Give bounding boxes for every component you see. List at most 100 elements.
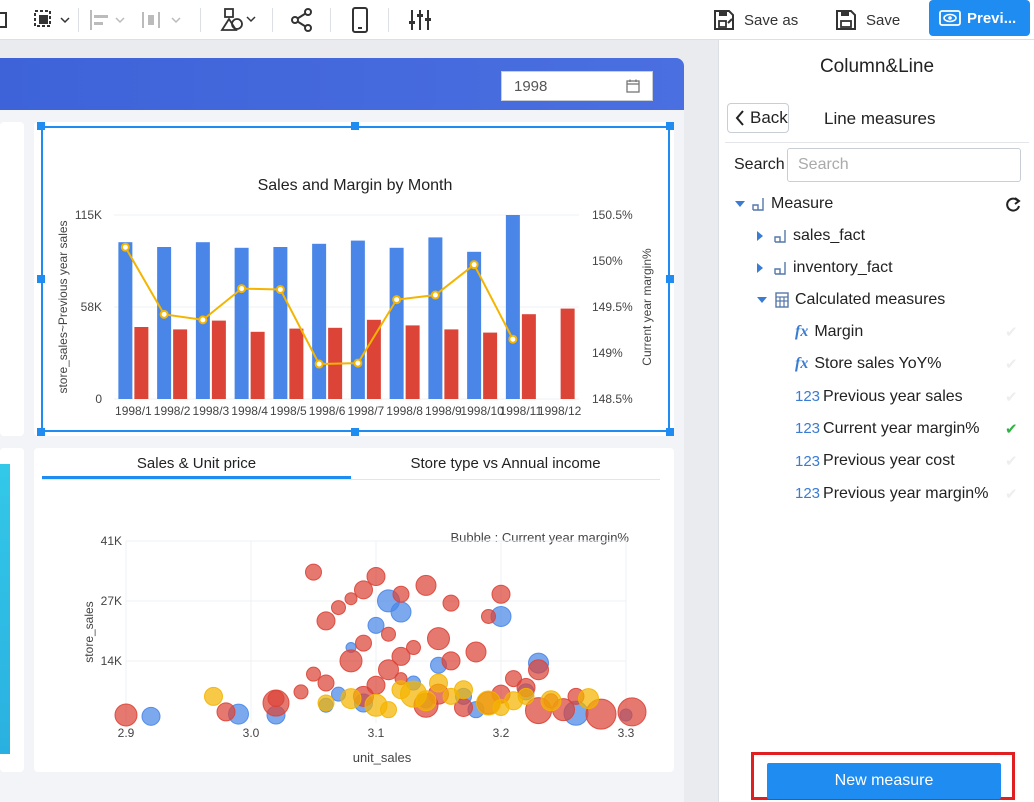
preview-label: Previ...: [967, 9, 1017, 27]
resize-handle[interactable]: [666, 275, 674, 283]
toolbar-divider: [272, 8, 273, 32]
measure-item[interactable]: 123 Current year margin% ✔: [795, 416, 1027, 442]
save-label: Save: [866, 11, 901, 29]
toolbar-divider: [200, 8, 201, 32]
bubble-point: [540, 690, 562, 712]
search-input[interactable]: [787, 148, 1021, 182]
bubble-point: [381, 626, 396, 642]
copy-frame-icon[interactable]: [32, 6, 72, 34]
check-icon[interactable]: ✔: [1005, 452, 1018, 470]
bubble-point: [492, 698, 510, 716]
frame-icon[interactable]: [0, 6, 8, 34]
search-label: Search: [734, 156, 785, 173]
number-icon: 123: [795, 420, 821, 438]
bubble-point: [305, 563, 322, 581]
x-tick-label: 3.3: [618, 726, 635, 740]
resize-handle[interactable]: [666, 122, 674, 130]
tree-node-inventory-fact[interactable]: inventory_fact: [757, 255, 893, 281]
cyan-widget-strip: [0, 464, 10, 754]
distribute-icon[interactable]: [140, 6, 184, 34]
x-tick-label: 3.1: [368, 726, 385, 740]
bubble-point: [415, 574, 437, 596]
tree-label: sales_fact: [793, 227, 866, 244]
bubble-point: [400, 680, 427, 708]
check-icon[interactable]: ✔: [1005, 388, 1018, 406]
toolbar-divider: [330, 8, 331, 32]
x-tick-label: 3.2: [493, 726, 510, 740]
measure-item[interactable]: fx Store sales YoY% ✔: [795, 351, 1027, 377]
bubble-point: [465, 641, 487, 663]
preview-button[interactable]: Previ...: [929, 0, 1030, 36]
tree-label: inventory_fact: [793, 259, 893, 276]
tree-node-calculated-measures[interactable]: Calculated measures: [757, 287, 945, 313]
back-label: Back: [750, 108, 788, 127]
y-axis-label: store_sales: [82, 601, 96, 662]
resize-handle[interactable]: [351, 428, 359, 436]
bubble-point: [316, 611, 336, 631]
measure-icon: [752, 198, 764, 211]
measure-item[interactable]: fx Margin ✔: [795, 319, 1027, 345]
bubble-point: [429, 673, 448, 693]
bubble-point: [442, 594, 460, 612]
resize-handle[interactable]: [37, 428, 45, 436]
bubble-point: [306, 666, 321, 682]
save-button[interactable]: Save: [834, 5, 900, 35]
check-icon[interactable]: ✔: [1005, 323, 1018, 341]
bubble-point: [617, 697, 647, 727]
bubble-point: [491, 584, 511, 604]
measure-item[interactable]: 123 Previous year sales ✔: [795, 384, 1027, 410]
properties-panel: Column&Line Back Line measures Search Me…: [718, 40, 1034, 802]
bubble-point: [392, 585, 410, 603]
toolbar: Save as Save Previ...: [0, 0, 1034, 40]
bubble-point: [293, 684, 309, 700]
number-icon: 123: [795, 485, 821, 502]
bubble-point: [114, 703, 138, 727]
caret-right-icon[interactable]: [757, 263, 763, 273]
tree-node-sales-fact[interactable]: sales_fact: [757, 223, 865, 249]
bubble-point: [441, 651, 461, 671]
check-icon[interactable]: ✔: [1005, 485, 1018, 503]
align-left-icon[interactable]: [88, 6, 128, 34]
resize-handle[interactable]: [37, 122, 45, 130]
date-filter-value: 1998: [514, 77, 548, 95]
tree-node-measure[interactable]: Measure: [735, 191, 1025, 217]
share-icon[interactable]: [290, 6, 314, 34]
caret-down-icon[interactable]: [757, 297, 767, 303]
check-icon[interactable]: ✔: [1005, 420, 1018, 438]
selection-frame[interactable]: [41, 126, 670, 432]
measure-item[interactable]: 123 Previous year cost ✔: [795, 448, 1027, 474]
y-tick-label: 41K: [101, 534, 122, 548]
bubble-point: [528, 659, 549, 681]
bubble-point: [331, 600, 346, 616]
check-icon[interactable]: ✔: [1005, 355, 1018, 373]
x-axis-label: unit_sales: [353, 750, 412, 765]
resize-handle[interactable]: [351, 122, 359, 130]
new-measure-button[interactable]: New measure: [767, 763, 1001, 799]
sales-unit-price-bubble-chart[interactable]: Bubble : Current year margin% 41K 27K 14K 2.…: [34, 448, 674, 772]
bubble-point: [427, 627, 450, 651]
measure-item[interactable]: 123 Previous year margin% ✔: [795, 481, 1027, 507]
date-filter-input[interactable]: 1998: [501, 71, 653, 101]
settings-sliders-icon[interactable]: [408, 6, 432, 34]
refresh-icon[interactable]: [1005, 196, 1021, 212]
bubble-point: [355, 634, 372, 652]
left-card-partial: [0, 122, 24, 436]
measure-label: Margin: [814, 323, 864, 340]
measure-label: Previous year cost: [823, 452, 955, 470]
shapes-icon[interactable]: [220, 6, 260, 34]
bubble-point: [317, 694, 335, 712]
mobile-icon[interactable]: [350, 6, 370, 34]
caret-right-icon[interactable]: [757, 231, 763, 241]
bubble-point: [454, 680, 473, 700]
resize-handle[interactable]: [37, 275, 45, 283]
bubble-point: [406, 640, 421, 656]
measure-label: Previous year sales: [823, 387, 963, 405]
back-button[interactable]: Back: [727, 103, 789, 133]
toolbar-divider: [78, 8, 79, 32]
y-tick-label: 14K: [101, 654, 122, 668]
resize-handle[interactable]: [666, 428, 674, 436]
caret-down-icon[interactable]: [735, 201, 745, 207]
panel-divider: [725, 142, 1029, 143]
bubble-point: [517, 687, 535, 705]
save-as-button[interactable]: Save as: [712, 5, 798, 35]
